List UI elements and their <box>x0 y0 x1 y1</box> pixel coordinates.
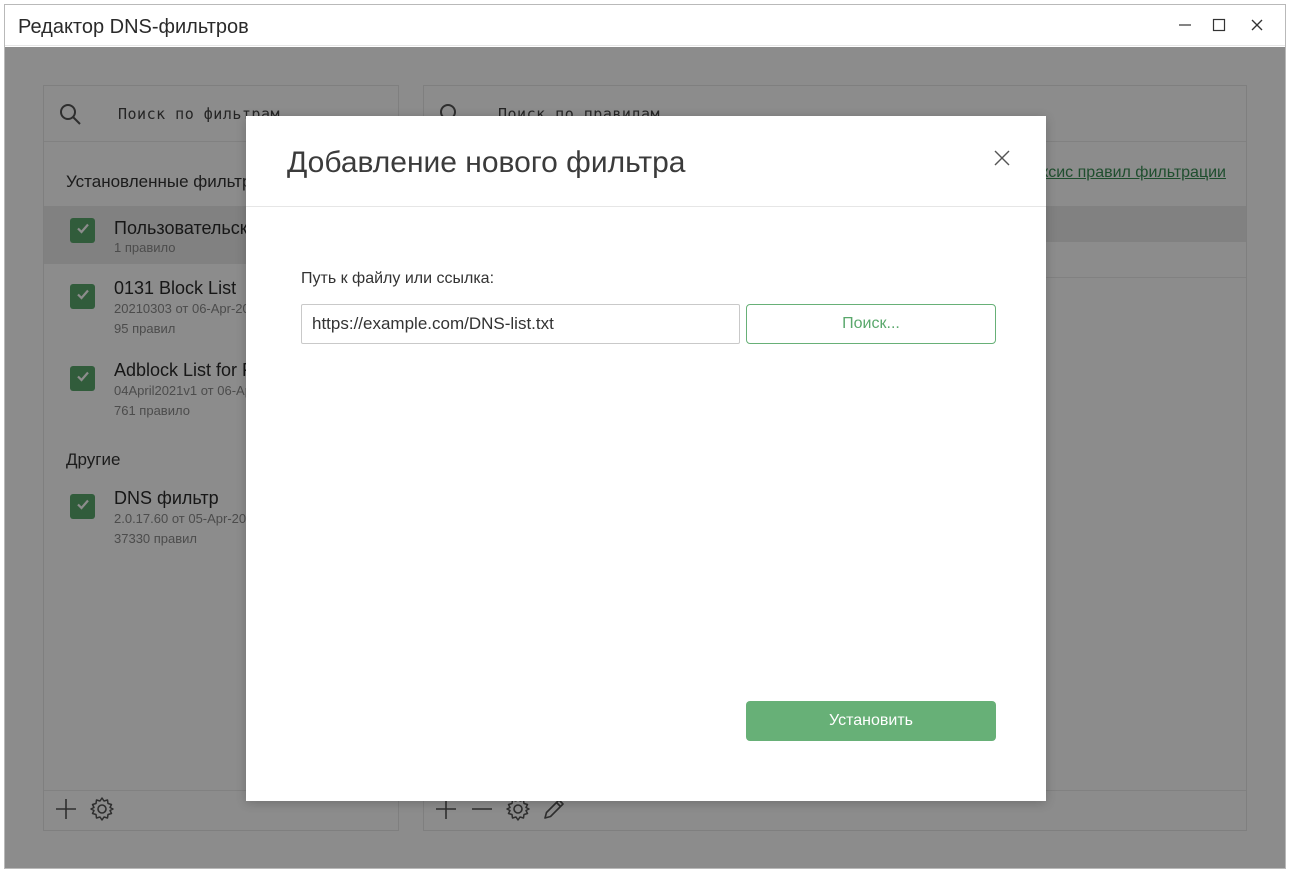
dialog-title: Добавление нового фильтра <box>287 146 686 179</box>
dialog-header: Добавление нового фильтра <box>246 116 1046 207</box>
app-window: Редактор DNS-фильтров Поиск по фильтрам <box>4 4 1286 869</box>
minimize-icon <box>1178 18 1192 32</box>
path-input[interactable] <box>301 304 740 344</box>
main-content: Поиск по фильтрам Установленные фильтры … <box>5 47 1285 868</box>
close-icon <box>993 149 1011 172</box>
add-filter-dialog: Добавление нового фильтра Путь к файлу и… <box>246 116 1046 801</box>
title-bar: Редактор DNS-фильтров <box>5 5 1285 46</box>
dialog-close-button[interactable] <box>988 146 1016 174</box>
maximize-icon <box>1212 18 1226 32</box>
path-label: Путь к файлу или ссылка: <box>301 270 495 287</box>
install-button[interactable]: Установить <box>746 701 996 741</box>
window-close-button[interactable] <box>1240 9 1274 41</box>
window-title: Редактор DNS-фильтров <box>18 16 249 38</box>
maximize-button[interactable] <box>1202 9 1236 41</box>
minimize-button[interactable] <box>1168 9 1202 41</box>
close-icon <box>1250 18 1264 32</box>
browse-button[interactable]: Поиск... <box>746 304 996 344</box>
